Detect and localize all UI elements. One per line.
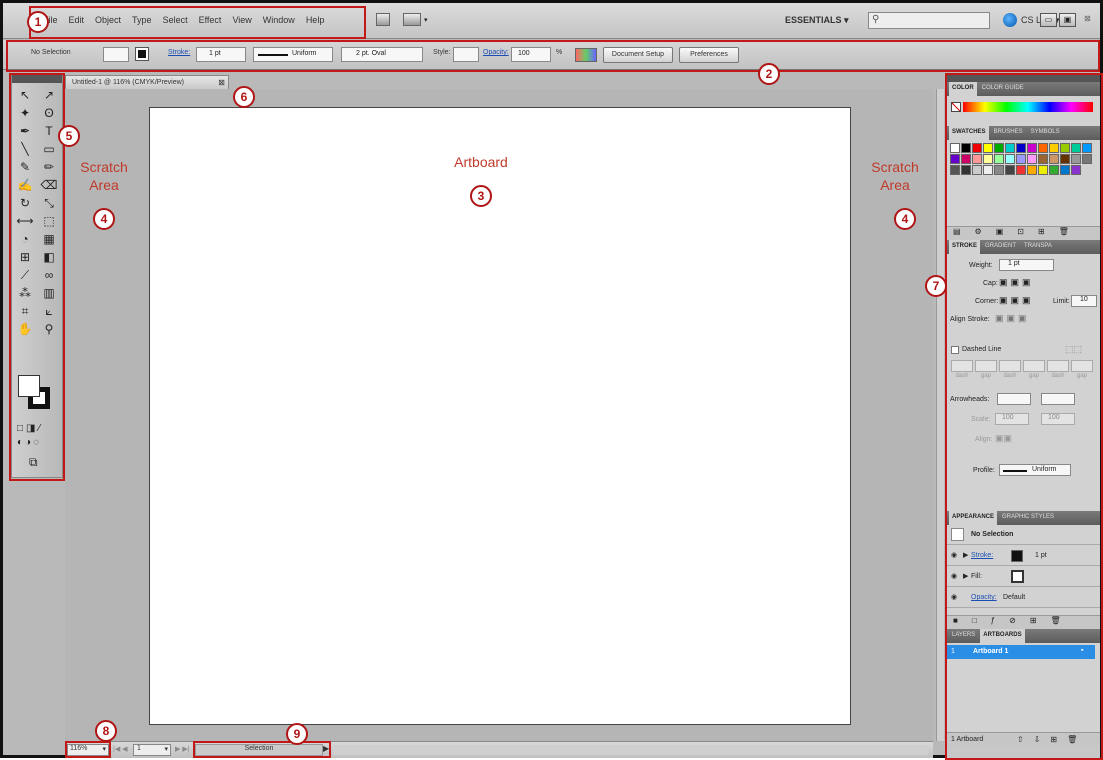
bridge-icon[interactable] bbox=[376, 13, 390, 26]
callout-badge-7: 7 bbox=[925, 275, 947, 297]
callout-badge-2: 2 bbox=[758, 63, 780, 85]
fill-swatch[interactable] bbox=[18, 375, 40, 397]
arrange-documents-icon[interactable] bbox=[403, 13, 421, 26]
maximize-button[interactable]: ▣ bbox=[1059, 13, 1076, 27]
chevron-down-icon: ▾ bbox=[164, 746, 168, 753]
chevron-down-icon[interactable]: ▾ bbox=[424, 16, 428, 24]
callout-badge-3: 3 bbox=[470, 185, 492, 207]
app-window: File Edit Object Type Select Effect View Window… bbox=[0, 0, 1103, 760]
callout-badge-4-right: 4 bbox=[894, 208, 916, 230]
next-page-icon[interactable]: ▶ ▶| bbox=[175, 745, 190, 753]
callout-badge-4-left: 4 bbox=[93, 208, 115, 230]
cslive-icon bbox=[1003, 13, 1017, 27]
callout-badge-5: 5 bbox=[58, 125, 80, 147]
callout-badge-1: 1 bbox=[27, 11, 49, 33]
close-button[interactable]: ⊠ bbox=[1079, 13, 1096, 27]
close-tab-icon[interactable]: ⊠ bbox=[218, 76, 225, 89]
tools-highlight bbox=[9, 73, 65, 481]
search-input[interactable]: ⚲ bbox=[868, 12, 990, 29]
callout-badge-9: 9 bbox=[286, 723, 308, 745]
menu-highlight bbox=[29, 6, 366, 39]
status-highlight bbox=[193, 741, 331, 758]
document-tab[interactable]: Untitled-1 @ 116% (CMYK/Preview) ⊠ bbox=[65, 75, 229, 89]
artboard-navigator[interactable]: 1 ▾ bbox=[133, 744, 171, 756]
callout-badge-8: 8 bbox=[95, 720, 117, 742]
artboard[interactable] bbox=[149, 107, 851, 725]
zoom-highlight bbox=[65, 741, 111, 758]
minimize-button[interactable]: ▭ bbox=[1040, 13, 1057, 27]
document-tab-title: Untitled-1 @ 116% (CMYK/Preview) bbox=[72, 79, 185, 86]
page-number: 1 bbox=[137, 745, 141, 752]
scratch-label-left: Scratch Area bbox=[80, 159, 128, 193]
first-page-icon[interactable]: |◀ ◀ bbox=[113, 745, 128, 753]
workspace-switcher[interactable]: ESSENTIALS ▾ bbox=[785, 15, 849, 26]
horizontal-scrollbar[interactable] bbox=[333, 745, 928, 755]
callout-badge-6: 6 bbox=[233, 86, 255, 108]
scratch-label-right: Scratch Area bbox=[871, 159, 919, 193]
artboard-label: Artboard bbox=[454, 154, 508, 170]
control-bar-highlight bbox=[6, 40, 1100, 72]
vertical-scrollbar[interactable] bbox=[936, 89, 944, 741]
dock-highlight bbox=[945, 73, 1103, 760]
search-icon: ⚲ bbox=[872, 14, 880, 25]
